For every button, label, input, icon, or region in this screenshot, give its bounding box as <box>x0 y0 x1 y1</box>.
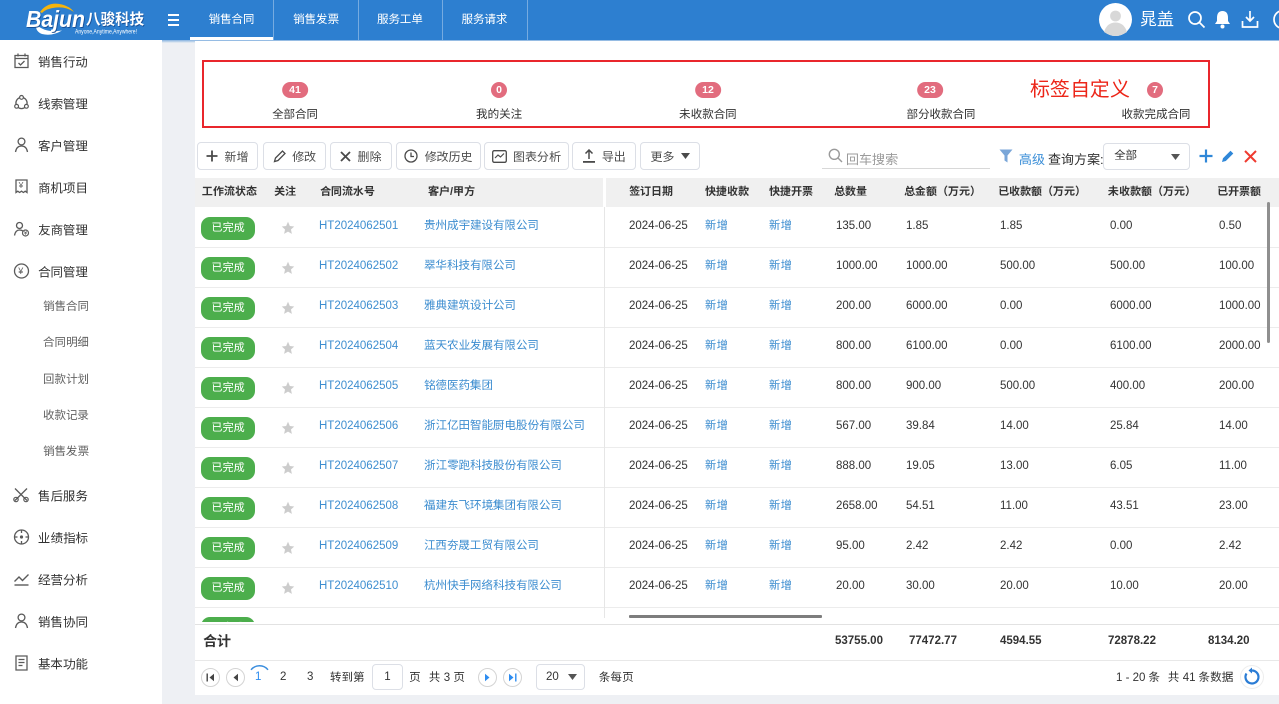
svg-text:¥: ¥ <box>24 231 28 237</box>
svg-text:¥: ¥ <box>17 266 24 276</box>
svg-text:八骏科技: 八骏科技 <box>86 11 144 29</box>
svg-text:¥: ¥ <box>18 180 24 190</box>
svg-text:Anyone,Anytime,Anywhere!: Anyone,Anytime,Anywhere! <box>75 29 137 36</box>
